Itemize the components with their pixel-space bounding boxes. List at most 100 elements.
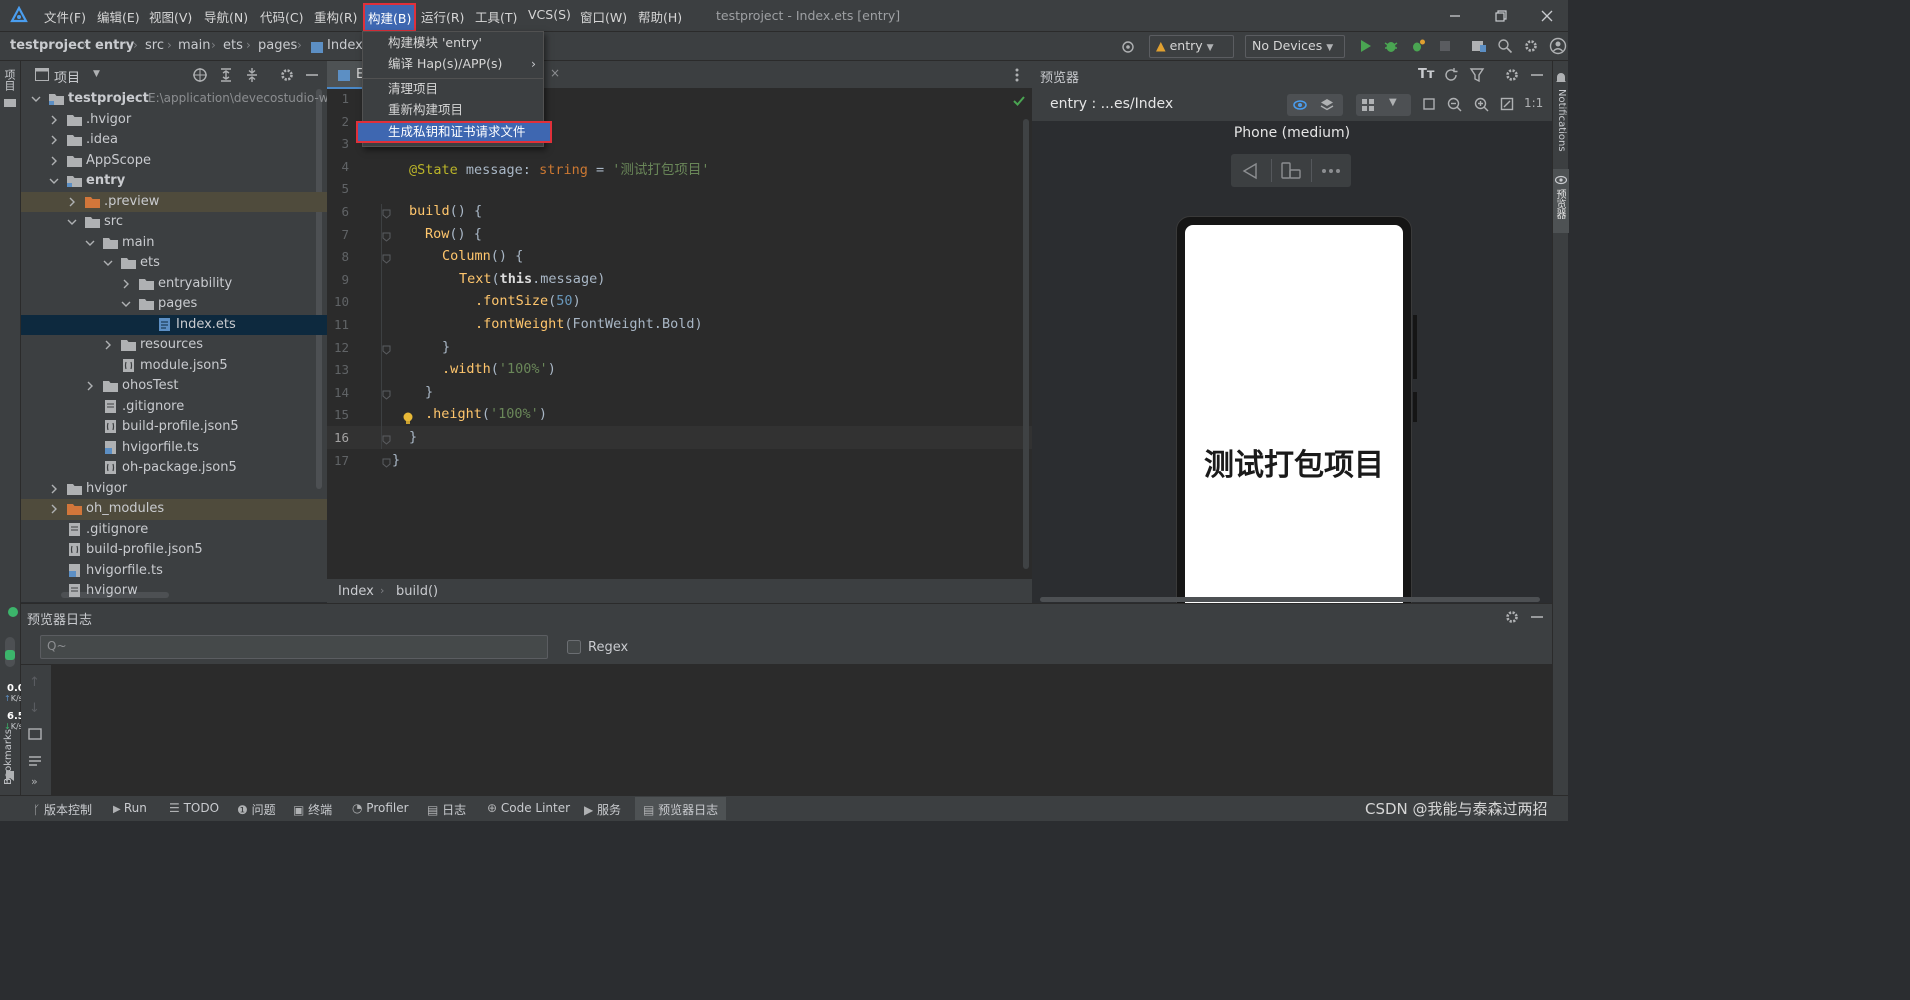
fold-marker-icon[interactable] [382,345,391,355]
compile-hap-app-item[interactable]: 编译 Hap(s)/APP(s) › [363,53,543,75]
rebuild-project-item[interactable]: 重新构建项目 [363,99,543,121]
debug-icon[interactable] [1383,38,1399,54]
hide-panel-icon[interactable] [305,67,319,83]
chevron-down-icon[interactable] [121,299,131,309]
fold-marker-icon[interactable] [382,209,391,219]
tool-terminal[interactable]: ▣ 终端 [293,801,332,818]
menu-build[interactable]: 构建(B) [363,3,417,32]
chevron-right-icon[interactable] [49,135,59,145]
select-opened-file-icon[interactable] [192,67,208,83]
multi-device-toggle[interactable]: ▼ [1356,94,1411,116]
chevron-down-icon[interactable]: ▼ [93,69,100,79]
module-selector[interactable]: ▲ entry ▼ [1149,35,1234,58]
tree-node[interactable]: resources [21,335,327,356]
tree-node[interactable]: hvigorw [21,581,327,602]
more-tools-icon[interactable]: » [31,775,38,788]
breadcrumb-file[interactable]: Index. [327,38,367,53]
fold-marker-icon[interactable] [382,435,391,445]
tool-run[interactable]: ▶ Run [113,801,147,815]
tree-node[interactable]: build-profile.json5 [21,540,327,561]
fold-marker-icon[interactable] [382,390,391,400]
tree-node[interactable]: src [21,212,327,233]
menu-navigate[interactable]: 导航(N) [204,7,248,26]
tool-todo[interactable]: ☰ TODO [169,801,219,815]
intention-bulb-icon[interactable] [402,411,414,426]
editor-crumb-file[interactable]: Index [338,584,374,599]
chevron-down-icon[interactable]: ▼ [1389,97,1397,108]
chevron-down-icon[interactable] [31,94,41,104]
breadcrumb-project[interactable]: testproject [10,38,91,53]
fold-marker-icon[interactable] [382,232,391,242]
project-panel-title[interactable]: 项目 [54,67,80,86]
build-module-item[interactable]: 构建模块 'entry' [363,32,543,54]
chevron-right-icon[interactable] [121,279,131,289]
chevron-down-icon[interactable] [85,238,95,248]
tree-node[interactable]: hvigor [21,479,327,500]
editor-crumb-function[interactable]: build() [396,584,438,599]
menu-run[interactable]: 运行(R) [421,7,464,26]
back-icon[interactable] [1241,162,1259,180]
hide-log-icon[interactable] [1530,609,1544,625]
tree-node[interactable]: testproject E:\application\devecostudio-w… [21,89,327,110]
previewer-tool-tab-active[interactable]: 预览器 [1553,169,1569,233]
chevron-down-icon[interactable] [67,217,77,227]
tree-node[interactable]: main [21,233,327,254]
tree-node[interactable]: entry [21,171,327,192]
tree-node[interactable]: pages [21,294,327,315]
notifications-icon[interactable] [1555,71,1567,85]
menu-file[interactable]: 文件(F) [44,7,86,26]
chevron-right-icon[interactable] [49,156,59,166]
actual-size-icon[interactable]: 1:1 [1524,96,1543,110]
chevron-right-icon[interactable] [103,340,113,350]
clean-project-item[interactable]: 清理项目 [363,78,543,100]
tool-profiler[interactable]: ◔ Profiler [352,801,409,815]
project-structure-icon[interactable] [1471,38,1487,54]
menu-help[interactable]: 帮助(H) [638,7,682,26]
menu-edit[interactable]: 编辑(E) [97,7,140,26]
chevron-right-icon[interactable] [67,197,77,207]
collapse-all-icon[interactable] [244,67,260,83]
tool-services[interactable]: ▶ 服务 [584,801,621,818]
breadcrumb-entry[interactable]: entry [95,38,134,53]
tree-node[interactable]: AppScope [21,151,327,172]
notifications-tool-tab[interactable]: Notifications [1555,89,1567,152]
tree-node[interactable]: .gitignore [21,397,327,418]
run-icon[interactable] [1358,39,1372,53]
menu-vcs[interactable]: VCS(S) [528,7,571,22]
expand-all-icon[interactable] [218,67,234,83]
soft-wrap-icon[interactable] [28,727,42,741]
tree-node[interactable]: hvigorfile.ts [21,561,327,582]
tree-node[interactable]: ohosTest [21,376,327,397]
phone-screen[interactable]: 测试打包项目 [1185,225,1403,603]
scroll-down-icon[interactable]: ↓ [29,701,40,716]
original-size-icon[interactable] [1500,97,1514,111]
tree-node[interactable]: module.json5 [21,356,327,377]
regex-label[interactable]: Regex [588,640,628,655]
hide-previewer-icon[interactable] [1530,67,1544,83]
stop-icon[interactable] [1439,40,1451,52]
close-icon[interactable] [1540,9,1554,23]
device-selector[interactable]: No Devices ▼ [1245,35,1345,58]
log-search-input[interactable]: Q~ [40,635,548,659]
tree-node[interactable]: hvigorfile.ts [21,438,327,459]
tree-node[interactable]: build-profile.json5 [21,417,327,438]
generate-key-csr-item[interactable]: 生成私钥和证书请求文件 [356,121,552,143]
log-settings-icon[interactable] [1504,609,1520,625]
menu-code[interactable]: 代码(C) [260,7,303,26]
fold-marker-icon[interactable] [382,254,391,264]
more-options-icon[interactable] [1015,68,1019,82]
menu-tools[interactable]: 工具(T) [475,7,517,26]
code-editor[interactable]: 1234567891011121314151617struct Index {@… [327,89,1032,578]
grid-icon[interactable] [1361,98,1375,112]
tree-node[interactable]: .idea [21,130,327,151]
filter-lines-icon[interactable] [28,754,42,768]
view-mode-toggle[interactable] [1287,94,1343,116]
breadcrumb-main[interactable]: main [178,38,210,53]
zoom-out-icon[interactable] [1447,97,1462,112]
previewer-horizontal-scrollbar[interactable] [1040,597,1540,602]
settings-icon[interactable] [1523,38,1539,54]
tree-node[interactable]: ets [21,253,327,274]
menu-view[interactable]: 视图(V) [149,7,192,26]
account-icon[interactable] [1549,37,1567,55]
scroll-up-icon[interactable]: ↑ [29,675,40,690]
